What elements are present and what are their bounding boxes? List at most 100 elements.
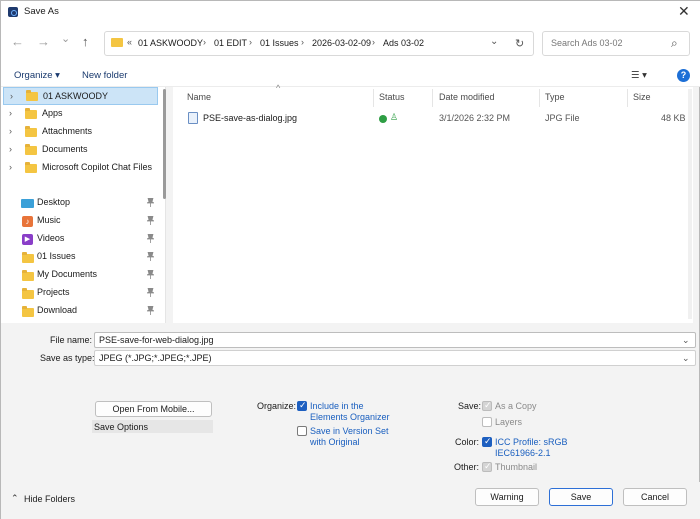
- thumbnail-checkbox[interactable]: [482, 461, 492, 472]
- column-divider[interactable]: [373, 89, 374, 107]
- sidebar-item-projects[interactable]: Projects: [1, 284, 161, 302]
- sidebar-item-documents[interactable]: › Documents: [1, 141, 161, 159]
- expand-chevron-icon[interactable]: ›: [9, 144, 12, 154]
- save-as-type-select[interactable]: JPEG (*.JPG;*.JPEG;*.JPE) ⌄: [94, 350, 696, 366]
- folder-icon: [25, 126, 37, 137]
- search-box[interactable]: Search Ads 03-02 ⌕: [542, 31, 690, 56]
- pin-icon[interactable]: [146, 251, 155, 263]
- pin-icon[interactable]: [146, 269, 155, 281]
- dialog-footer: ⌃ Hide Folders Warning Save Cancel: [1, 482, 700, 519]
- help-icon[interactable]: ?: [677, 69, 690, 82]
- column-header-size[interactable]: Size: [633, 92, 651, 102]
- expand-chevron-icon[interactable]: ›: [9, 162, 12, 172]
- folder-icon: [25, 162, 37, 173]
- file-list: ^ Name Status Date modified Type Size PS…: [173, 83, 693, 323]
- include-organizer-label-line2[interactable]: Elements Organizer: [310, 412, 390, 422]
- breadcrumb-separator[interactable]: ›: [203, 37, 206, 47]
- column-header-type[interactable]: Type: [545, 92, 565, 102]
- expand-chevron-icon[interactable]: ›: [9, 126, 12, 136]
- column-header-name[interactable]: Name: [187, 92, 211, 102]
- file-row[interactable]: PSE-save-as-dialog.jpg ♙ 3/1/2026 2:32 P…: [173, 109, 686, 129]
- address-bar[interactable]: « 01 ASKWOODY › 01 EDIT › 01 Issues › 20…: [104, 31, 534, 56]
- include-organizer-label-line1[interactable]: Include in the: [310, 401, 364, 411]
- organize-menu[interactable]: Organize ▾: [14, 70, 60, 81]
- music-icon: ♪: [22, 216, 33, 227]
- breadcrumb-2026-03-02-09[interactable]: 2026-03-02-09: [312, 38, 371, 48]
- other-label: Other:: [454, 462, 480, 472]
- column-divider[interactable]: [539, 89, 540, 107]
- version-set-label-line2[interactable]: with Original: [310, 437, 360, 447]
- folder-icon: [22, 288, 34, 299]
- breadcrumb-separator[interactable]: ›: [372, 37, 375, 47]
- new-folder-button[interactable]: New folder: [82, 70, 127, 81]
- file-name-dropdown-icon[interactable]: ⌄: [682, 335, 690, 346]
- file-type: JPG File: [545, 113, 580, 123]
- column-header-status[interactable]: Status: [379, 92, 405, 102]
- sidebar-item-apps[interactable]: › Apps: [1, 105, 161, 123]
- sidebar-item-label: Music: [37, 215, 61, 225]
- column-divider[interactable]: [627, 89, 628, 107]
- sidebar-item-01-issues[interactable]: 01 Issues: [1, 248, 161, 266]
- expand-chevron-icon[interactable]: ›: [10, 91, 13, 101]
- sidebar-item-my-documents[interactable]: My Documents: [1, 266, 161, 284]
- as-a-copy-label: As a Copy: [495, 401, 537, 411]
- close-icon[interactable]: ✕: [678, 3, 690, 20]
- hide-folders-icon[interactable]: ⌃: [11, 493, 19, 504]
- file-size: 48 KB: [661, 113, 686, 123]
- sidebar-item-attachments[interactable]: › Attachments: [1, 123, 161, 141]
- forward-arrow-icon[interactable]: →: [37, 34, 50, 49]
- up-arrow-icon[interactable]: ↑: [82, 34, 89, 49]
- open-from-mobile-button[interactable]: Open From Mobile...: [95, 401, 212, 417]
- refresh-icon[interactable]: ↻: [515, 37, 524, 50]
- address-dropdown-icon[interactable]: ⌄: [490, 36, 498, 47]
- sidebar-item-label: 01 ASKWOODY: [43, 91, 109, 101]
- sidebar-item-desktop[interactable]: Desktop: [1, 194, 161, 212]
- breadcrumb-ads-03-02[interactable]: Ads 03-02: [383, 38, 424, 48]
- save-as-type-dropdown-icon[interactable]: ⌄: [682, 353, 690, 364]
- sidebar-item-01-askwoody[interactable]: › 01 ASKWOODY: [3, 87, 158, 105]
- search-icon[interactable]: ⌕: [671, 36, 678, 51]
- navigation-scrollbar[interactable]: [163, 89, 166, 199]
- search-placeholder[interactable]: Search Ads 03-02: [551, 38, 623, 48]
- pin-icon[interactable]: [146, 233, 155, 245]
- sidebar-item-label: My Documents: [37, 269, 98, 279]
- cancel-button[interactable]: Cancel: [623, 488, 687, 506]
- file-list-scrollbar[interactable]: [688, 89, 692, 319]
- warning-button[interactable]: Warning: [475, 488, 539, 506]
- pin-icon[interactable]: [146, 197, 155, 209]
- command-toolbar: Organize ▾ New folder ☰ ▾ ?: [1, 65, 700, 87]
- sidebar-item-videos[interactable]: ▶ Videos: [1, 230, 161, 248]
- breadcrumb-01-askwoody[interactable]: 01 ASKWOODY: [138, 38, 203, 48]
- sidebar-item-microsoft-copilot-chat-files[interactable]: › Microsoft Copilot Chat Files: [1, 159, 161, 177]
- version-set-checkbox[interactable]: [297, 426, 307, 436]
- view-options-icon[interactable]: ☰ ▾: [631, 70, 647, 81]
- hide-folders-button[interactable]: Hide Folders: [24, 494, 75, 504]
- pin-icon[interactable]: [146, 215, 155, 227]
- breadcrumb-overflow[interactable]: «: [127, 37, 132, 47]
- version-set-label-line1[interactable]: Save in Version Set: [310, 426, 389, 436]
- column-divider[interactable]: [432, 89, 433, 107]
- layers-checkbox[interactable]: [482, 417, 492, 427]
- breadcrumb-01-issues[interactable]: 01 Issues: [260, 38, 299, 48]
- save-button[interactable]: Save: [549, 488, 613, 506]
- pin-icon[interactable]: [146, 305, 155, 317]
- column-header-date-modified[interactable]: Date modified: [439, 92, 495, 102]
- as-a-copy-checkbox[interactable]: [482, 400, 492, 411]
- breadcrumb-separator[interactable]: ›: [301, 37, 304, 47]
- icc-profile-label-line1[interactable]: ICC Profile: sRGB: [495, 437, 568, 447]
- sidebar-item-download[interactable]: Download: [1, 302, 161, 320]
- breadcrumb-01-edit[interactable]: 01 EDIT: [214, 38, 247, 48]
- folder-icon: [111, 38, 123, 47]
- save-as-type-value[interactable]: JPEG (*.JPG;*.JPEG;*.JPE): [99, 353, 212, 363]
- include-organizer-checkbox[interactable]: [297, 400, 307, 411]
- sidebar-item-music[interactable]: ♪ Music: [1, 212, 161, 230]
- icc-profile-checkbox[interactable]: [482, 436, 492, 447]
- back-arrow-icon[interactable]: ←: [11, 34, 24, 49]
- pin-icon[interactable]: [146, 287, 155, 299]
- recent-locations-chevron-icon[interactable]: ⌄: [61, 32, 70, 45]
- expand-chevron-icon[interactable]: ›: [9, 108, 12, 118]
- icc-profile-label-line2[interactable]: IEC61966-2.1: [495, 448, 551, 458]
- file-name-field[interactable]: PSE-save-for-web-dialog.jpg ⌄: [94, 332, 696, 348]
- file-name-value[interactable]: PSE-save-for-web-dialog.jpg: [99, 335, 214, 345]
- breadcrumb-separator[interactable]: ›: [249, 37, 252, 47]
